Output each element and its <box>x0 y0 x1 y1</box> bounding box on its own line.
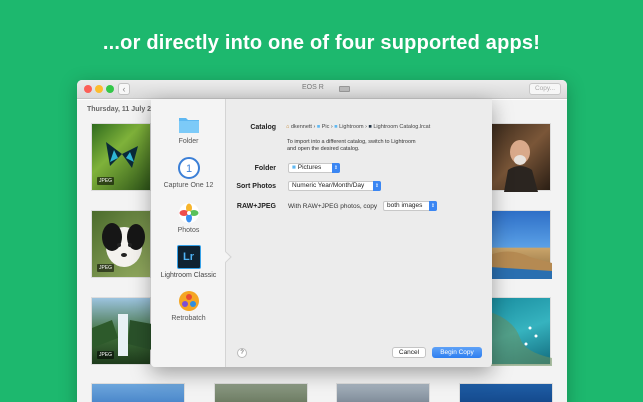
sort-value: Numeric Year/Month/Day <box>292 182 365 189</box>
photo-thumbnail[interactable] <box>489 297 552 366</box>
back-button[interactable]: ‹ <box>118 83 130 95</box>
app-label: Photos <box>177 227 200 234</box>
jpeg-badge: JPEG <box>97 351 115 359</box>
capture-one-icon: 1 <box>177 157 200 179</box>
photo-thumbnail[interactable]: JPEG <box>91 210 151 278</box>
path-item: Lightroom <box>339 124 364 130</box>
raw-jpeg-popup[interactable]: both images ⇕ <box>383 201 437 211</box>
harbor-icon <box>490 312 552 366</box>
raw-jpeg-text: With RAW+JPEG photos, copy <box>288 203 378 210</box>
photo-thumbnail[interactable]: JPEG <box>91 123 151 191</box>
copy-button[interactable]: Copy... <box>529 83 561 95</box>
folder-small-icon: ■ <box>316 124 321 130</box>
app-option-retrobatch[interactable]: Retrobatch <box>151 290 226 322</box>
minimize-window-button[interactable] <box>95 85 103 93</box>
folder-label: Folder <box>254 165 276 172</box>
catalog-hint: To import into a different catalog, swit… <box>287 139 416 145</box>
app-label: Folder <box>178 138 199 145</box>
headline: ...or directly into one of four supporte… <box>102 32 541 54</box>
begin-copy-button[interactable]: Begin Copy <box>432 347 482 358</box>
folder-small-icon: ■ <box>292 164 296 171</box>
app-option-folder[interactable]: Folder <box>151 113 226 145</box>
portrait-icon <box>504 140 538 192</box>
lightroom-icon-text: Lr <box>183 251 194 263</box>
path-item: Lightroom Catalog.lrcat <box>373 124 431 130</box>
app-option-photos[interactable]: Photos <box>151 202 226 234</box>
chevron-updown-icon: ⇕ <box>429 201 437 211</box>
folder-icon <box>178 113 200 135</box>
catalog-path[interactable]: ⌂ dkennett › ■ Pic › ■ Lightroom › ■ Lig… <box>286 124 430 130</box>
photo-thumbnail[interactable] <box>489 123 551 192</box>
app-label: Capture One 12 <box>163 182 214 189</box>
catalog-hint: and open the desired catalog. <box>287 146 360 152</box>
jpeg-badge: JPEG <box>97 177 115 185</box>
app-label: Retrobatch <box>171 315 206 322</box>
raw-jpeg-label: RAW+JPEG <box>236 203 276 210</box>
photos-icon <box>178 202 200 224</box>
svg-text:1: 1 <box>185 163 191 175</box>
photo-thumbnail[interactable] <box>489 210 552 279</box>
folder-small-icon: ■ <box>334 124 338 130</box>
cancel-button[interactable]: Cancel <box>392 347 426 358</box>
app-picker: Folder 1 Capture One 12 Photos Lr Lightr… <box>151 99 226 367</box>
app-option-lightroom[interactable]: Lr Lightroom Classic <box>151 245 226 279</box>
maximize-window-button[interactable] <box>106 85 114 93</box>
app-label: Lightroom Classic <box>160 272 217 279</box>
coast-icon <box>490 251 552 279</box>
home-icon: ⌂ <box>286 124 290 130</box>
date-label: Thursday, 11 July 2 <box>87 106 152 113</box>
battery-icon <box>339 86 350 92</box>
photo-thumbnail[interactable] <box>336 383 430 402</box>
photo-thumbnail[interactable] <box>214 383 308 402</box>
retrobatch-icon <box>178 290 200 312</box>
photo-thumbnail[interactable]: JPEG <box>91 297 152 365</box>
sort-popup[interactable]: Numeric Year/Month/Day ⇕ <box>288 181 381 191</box>
folder-popup[interactable]: ■ Pictures ⇕ <box>288 163 340 173</box>
photo-thumbnail[interactable] <box>459 383 553 402</box>
path-item: Pic <box>321 124 330 130</box>
titlebar: ‹ EOS R Copy... <box>77 80 567 99</box>
catalog-label: Catalog <box>250 124 276 131</box>
file-icon: ■ <box>368 124 372 130</box>
import-sheet: Folder 1 Capture One 12 Photos Lr Lightr… <box>151 99 492 367</box>
photo-thumbnail[interactable] <box>91 383 185 402</box>
path-item: dkennett <box>290 124 312 130</box>
help-button[interactable]: ? <box>237 348 247 358</box>
folder-value: Pictures <box>297 164 322 171</box>
app-option-capture-one[interactable]: 1 Capture One 12 <box>151 157 226 189</box>
chevron-updown-icon: ⇕ <box>332 163 340 173</box>
lightroom-icon: Lr <box>176 245 201 269</box>
close-window-button[interactable] <box>84 85 92 93</box>
sort-label: Sort Photos <box>236 183 276 190</box>
jpeg-badge: JPEG <box>97 264 115 272</box>
raw-jpeg-value: both images <box>387 202 423 209</box>
window-title: EOS R <box>302 84 324 91</box>
chevron-updown-icon: ⇕ <box>373 181 381 191</box>
